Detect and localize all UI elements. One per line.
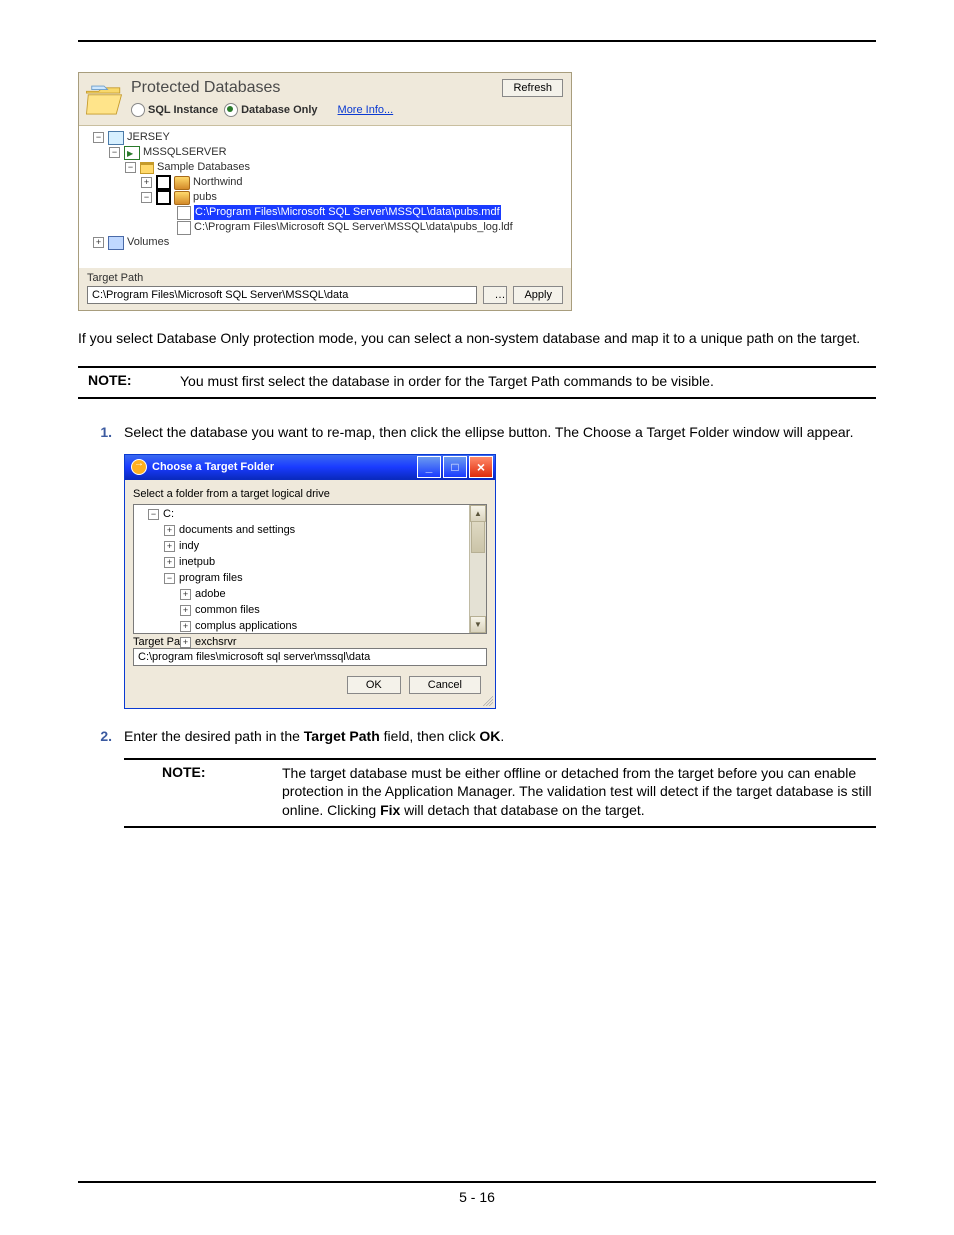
ellipse-button[interactable]: … [483,286,507,304]
target-path-label: Target Path [87,272,563,284]
tree-node-pubs[interactable]: pubs [193,190,217,205]
protected-databases-panel: Protected Databases SQL Instance Databas… [78,72,572,311]
choose-target-folder-dialog: Choose a Target Folder _ □ × Select a fo… [124,454,496,709]
page-top-rule [78,40,876,42]
file-icon [177,221,191,235]
step-number: 2. [78,727,124,746]
target-path-input[interactable] [87,286,477,304]
step-body: Select the database you want to re-map, … [124,423,876,442]
tree-node-northwind[interactable]: Northwind [193,175,243,190]
radio-database-only-label: Database Only [241,104,317,116]
step-1: 1. Select the database you want to re-ma… [78,423,876,442]
note-label: NOTE: [78,372,180,391]
more-info-link[interactable]: More Info... [338,104,394,116]
note-label: NOTE: [124,764,282,821]
expander-icon[interactable]: + [164,525,175,536]
tree-node-ldf[interactable]: C:\Program Files\Microsoft SQL Server\MS… [194,220,513,235]
minimize-button[interactable]: _ [417,456,441,478]
scroll-down-icon[interactable]: ▼ [470,616,486,633]
expander-icon[interactable]: + [141,177,152,188]
checkbox[interactable] [156,190,171,205]
expander-icon[interactable]: + [180,637,191,648]
titlebar[interactable]: Choose a Target Folder _ □ × [125,455,495,480]
app-icon [131,459,147,475]
note-block: NOTE: You must first select the database… [78,366,876,399]
expander-icon[interactable]: + [93,237,104,248]
expander-icon[interactable]: − [141,192,152,203]
radio-database-only[interactable] [224,103,238,117]
apply-button[interactable]: Apply [513,286,563,304]
database-icon [174,191,190,205]
scroll-up-icon[interactable]: ▲ [470,505,486,522]
tree-node[interactable]: exchsrvr [195,635,237,650]
tree-node[interactable]: common files [195,603,260,618]
file-icon [177,206,191,220]
scroll-thumb[interactable] [471,521,485,553]
page-number: 5 - 16 [459,1189,495,1205]
expander-icon[interactable]: − [148,509,159,520]
expander-icon[interactable]: + [180,621,191,632]
instance-icon [124,146,140,160]
radio-sql-instance[interactable] [131,103,145,117]
expander-icon[interactable]: + [164,557,175,568]
tree-node[interactable]: inetpub [179,555,215,570]
volume-icon [108,236,124,250]
dialog-subtitle: Select a folder from a target logical dr… [133,488,487,500]
checkbox[interactable] [156,175,171,190]
refresh-button[interactable]: Refresh [502,79,563,97]
database-tree[interactable]: −JERSEY −MSSQLSERVER −Sample Databases +… [79,125,571,268]
tree-node[interactable]: complus applications [195,619,297,634]
cancel-button[interactable]: Cancel [409,676,481,694]
server-icon [108,131,124,145]
folder-icon [140,162,154,174]
folder-open-icon [83,79,125,121]
tree-node-volumes[interactable]: Volumes [127,235,169,250]
panel-title: Protected Databases [131,79,502,97]
expander-icon[interactable]: − [125,162,136,173]
expander-icon[interactable]: − [164,573,175,584]
step-body: Enter the desired path in the Target Pat… [124,727,876,746]
folder-tree[interactable]: −C: +documents and settings +indy +inetp… [133,504,487,634]
tree-node-server[interactable]: JERSEY [127,130,170,145]
radio-sql-instance-label: SQL Instance [148,104,218,116]
expander-icon[interactable]: − [93,132,104,143]
maximize-button[interactable]: □ [443,456,467,478]
note-block: NOTE: The target database must be either… [124,758,876,829]
database-icon [174,176,190,190]
tree-node[interactable]: documents and settings [179,523,295,538]
note-body: The target database must be either offli… [282,764,876,821]
expander-icon[interactable]: − [109,147,120,158]
tree-node-instance[interactable]: MSSQLSERVER [143,145,227,160]
note-body: You must first select the database in or… [180,372,876,391]
page-footer: 5 - 16 [78,1181,876,1205]
paragraph: If you select Database Only protection m… [78,329,876,348]
expander-icon[interactable]: + [164,541,175,552]
tree-node[interactable]: indy [179,539,199,554]
tree-node-folder[interactable]: Sample Databases [157,160,250,175]
ok-button[interactable]: OK [347,676,401,694]
tree-node[interactable]: program files [179,571,243,586]
expander-icon[interactable]: + [180,589,191,600]
resize-grip-icon[interactable] [483,696,493,706]
step-number: 1. [78,423,124,442]
tree-node[interactable]: adobe [195,587,226,602]
step-2: 2. Enter the desired path in the Target … [78,727,876,746]
tree-node-c[interactable]: C: [163,507,174,522]
close-button[interactable]: × [469,456,493,478]
scrollbar[interactable]: ▲ ▼ [469,505,486,633]
tree-node-mdf[interactable]: C:\Program Files\Microsoft SQL Server\MS… [194,205,501,220]
expander-icon[interactable]: + [180,605,191,616]
dialog-title: Choose a Target Folder [152,461,274,473]
